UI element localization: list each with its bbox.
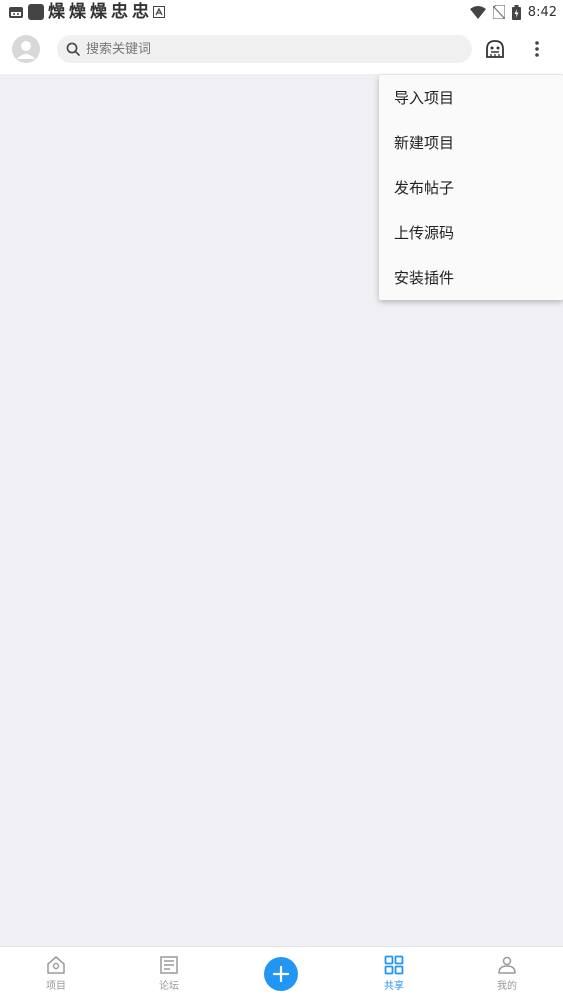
nav-item-mine[interactable]: 我的 <box>477 955 537 997</box>
profile-icon <box>498 956 516 974</box>
nav-label-projects: 项目 <box>46 981 66 992</box>
nav-item-forum[interactable]: 论坛 <box>139 955 199 997</box>
clock: 8:42 <box>527 4 557 20</box>
bot-button[interactable] <box>483 37 507 61</box>
keyboard-a-icon <box>153 6 165 18</box>
search-bar[interactable] <box>57 35 472 63</box>
more-vert-icon <box>535 41 539 57</box>
battery-icon <box>511 4 521 20</box>
search-icon <box>66 42 80 56</box>
app-notification-icon <box>8 4 24 20</box>
nav-label-mine: 我的 <box>497 981 517 992</box>
menu-item-import-project[interactable]: 导入项目 <box>379 75 563 120</box>
overflow-menu: 导入项目 新建项目 发布帖子 上传源码 安装插件 <box>379 75 563 300</box>
notification-glyph: 忠 <box>111 1 128 22</box>
forum-icon <box>160 956 178 974</box>
menu-item-new-project[interactable]: 新建项目 <box>379 120 563 165</box>
no-sim-icon <box>492 5 505 19</box>
nav-item-share[interactable]: 共享 <box>364 955 424 997</box>
notification-glyph: 忠 <box>132 1 149 22</box>
menu-item-upload-source[interactable]: 上传源码 <box>379 210 563 255</box>
search-input[interactable] <box>86 41 446 57</box>
status-bar: 燥 燥 燥 忠 忠 8:42 <box>0 0 563 24</box>
avatar[interactable] <box>12 35 40 63</box>
nav-label-forum: 论坛 <box>159 981 179 992</box>
nav-item-projects[interactable]: 项目 <box>26 955 86 997</box>
more-options-button[interactable] <box>527 37 547 61</box>
app-bar <box>0 24 563 74</box>
share-grid-icon <box>384 955 404 975</box>
menu-item-install-plugin[interactable]: 安装插件 <box>379 255 563 300</box>
square-notification-icon <box>28 4 44 20</box>
notification-glyph: 燥 <box>48 1 65 22</box>
add-button[interactable] <box>264 957 298 991</box>
menu-item-publish-post[interactable]: 发布帖子 <box>379 165 563 210</box>
plus-icon <box>273 966 289 982</box>
wifi-icon <box>469 5 486 19</box>
bottom-nav: 项目 论坛 共享 我的 <box>0 946 563 1000</box>
user-icon <box>17 41 35 59</box>
home-icon <box>47 956 65 974</box>
notification-glyph: 燥 <box>90 1 107 22</box>
notification-glyph: 燥 <box>69 1 86 22</box>
bot-icon <box>486 40 504 58</box>
nav-label-share: 共享 <box>384 981 404 992</box>
notification-icons: 燥 燥 燥 忠 忠 <box>8 1 165 22</box>
